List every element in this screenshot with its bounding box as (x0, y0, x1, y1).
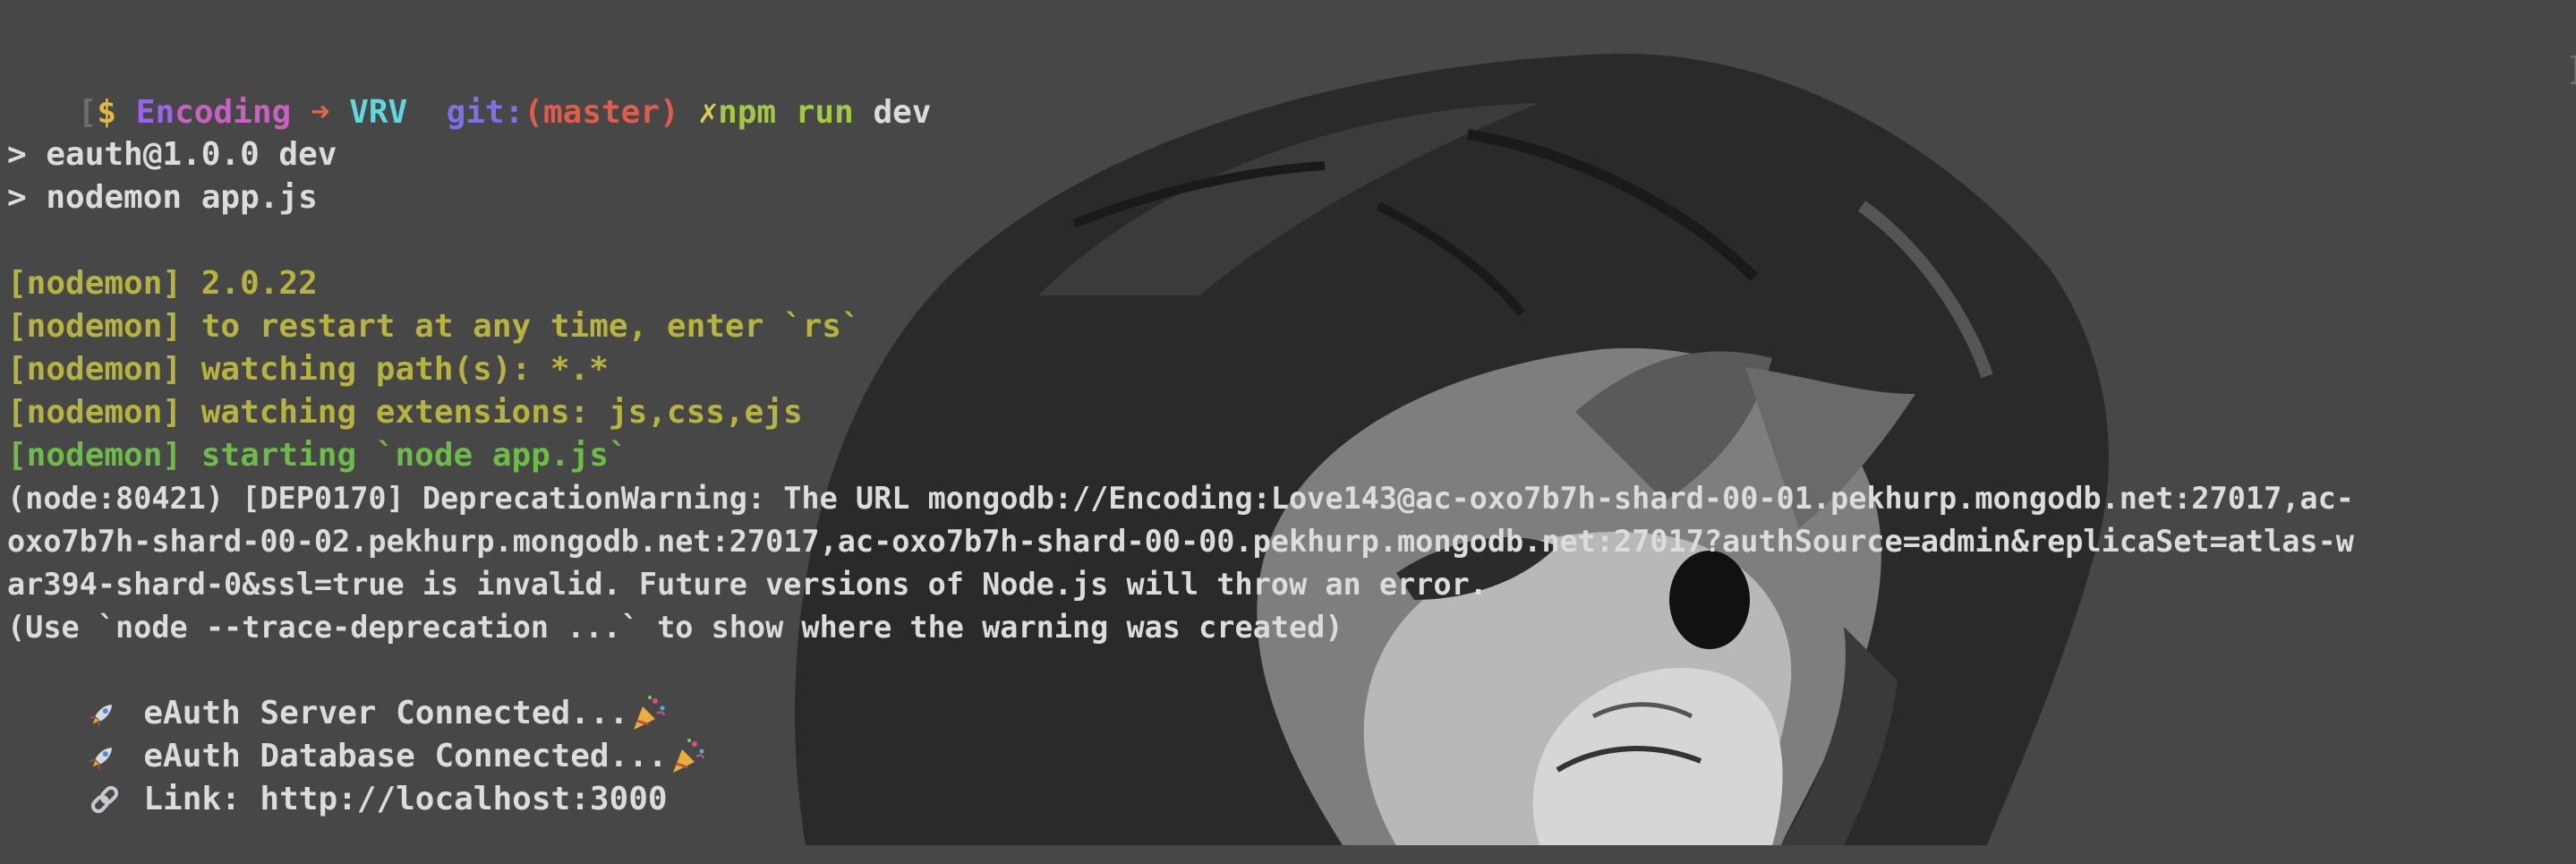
prompt-user-part-a: En (135, 94, 175, 131)
output-line-deprecation-3: ar394-shard-0&ssl=true is invalid. Futur… (7, 567, 1488, 602)
output-line-server-connected: eAuth Server Connected... (7, 649, 668, 731)
prompt-command-arg: dev (853, 94, 932, 131)
output-line-npm-header-1: > eauth@1.0.0 dev (7, 136, 337, 173)
prompt-arrow-icon: ➜ (291, 94, 350, 131)
output-line-nodemon-watch-ext: [nodemon] watching extensions: js,css,ej… (7, 394, 803, 431)
prompt-command: npm run (718, 94, 854, 131)
output-line-deprecation-2: oxo7b7h-shard-00-02.pekhurp.mongodb.net:… (7, 524, 2354, 559)
prompt-line: [$ Encoding ➜ VRV git:(master) ✗npm run … (0, 48, 932, 131)
terminal-window[interactable]: [$ Encoding ➜ VRV git:(master) ✗npm run … (0, 0, 2576, 845)
output-line-deprecation-1: (node:80421) [DEP0170] DeprecationWarnin… (7, 481, 2354, 516)
output-line-deprecation-4: (Use `node --trace-deprecation ...` to s… (7, 610, 1343, 645)
prompt-close-bracket: ] (2565, 48, 2576, 91)
output-line-nodemon-starting: [nodemon] starting `node app.js` (7, 437, 628, 474)
output-line-link[interactable]: Link: http://localhost:3000 (7, 735, 668, 817)
output-line-nodemon-watch-path: [nodemon] watching path(s): *.* (7, 351, 609, 388)
prompt-user-part-b: coding (175, 94, 292, 131)
prompt-dollar: $ (97, 94, 117, 131)
output-line-database-connected: eAuth Database Connected... (7, 692, 707, 774)
prompt-git-label: git: (407, 94, 525, 131)
prompt-dirty-icon: ✗ (678, 94, 719, 131)
output-line-npm-header-2: > nodemon app.js (7, 179, 318, 216)
party-popper-icon (672, 739, 704, 773)
localhost-link[interactable]: Link: http://localhost:3000 (124, 781, 667, 817)
prompt-directory: VRV (349, 94, 408, 131)
output-line-nodemon-restart: [nodemon] to restart at any time, enter … (7, 308, 861, 345)
prompt-open-bracket: [ (77, 94, 98, 131)
link-icon (90, 785, 118, 814)
output-line-nodemon-version: [nodemon] 2.0.22 (7, 265, 318, 302)
prompt-branch-close: ) (660, 94, 679, 131)
prompt-branch-name: master (542, 94, 661, 131)
prompt-branch-open: ( (524, 94, 543, 131)
